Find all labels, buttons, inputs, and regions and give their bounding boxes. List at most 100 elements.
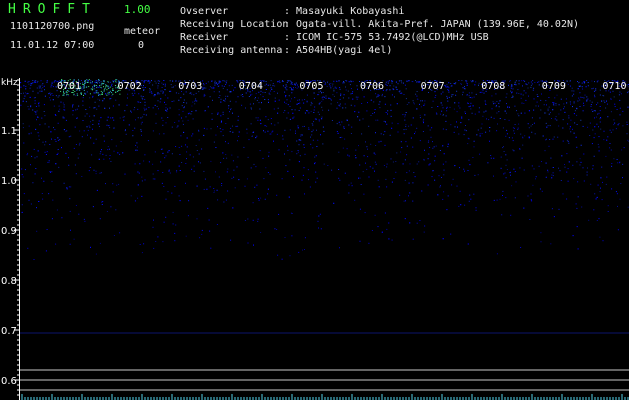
noise-speck	[412, 238, 414, 240]
noise-speck	[406, 145, 408, 147]
noise-speck	[84, 115, 86, 117]
noise-speck	[279, 82, 281, 83]
noise-speck	[171, 126, 173, 128]
noise-speck	[148, 161, 150, 163]
noise-speck	[310, 143, 312, 145]
noise-speck	[209, 230, 211, 232]
noise-speck	[233, 169, 235, 171]
time-tick-label: 0706	[360, 81, 384, 92]
frequency-tick-label: 1.0	[1, 176, 17, 187]
noise-speck	[575, 203, 577, 205]
noise-speck	[77, 94, 79, 96]
noise-speck	[601, 166, 603, 168]
noise-speck	[327, 165, 329, 166]
noise-speck	[86, 79, 88, 81]
noise-speck	[589, 135, 591, 136]
noise-speck	[367, 156, 369, 158]
noise-speck	[399, 194, 401, 196]
noise-speck	[176, 170, 178, 172]
noise-speck	[460, 122, 462, 124]
noise-speck	[255, 166, 257, 168]
noise-speck	[191, 105, 193, 107]
noise-speck	[570, 103, 571, 105]
noise-speck	[167, 191, 169, 193]
noise-speck	[227, 190, 229, 192]
noise-speck	[321, 116, 323, 118]
noise-speck	[561, 155, 563, 157]
noise-speck	[499, 118, 501, 119]
noise-speck	[167, 117, 169, 118]
noise-speck	[437, 106, 439, 107]
noise-speck	[566, 80, 568, 82]
noise-speck	[354, 105, 356, 107]
noise-speck	[330, 99, 332, 101]
noise-speck	[128, 124, 130, 126]
noise-speck	[247, 242, 249, 244]
noise-speck	[533, 168, 535, 170]
noise-speck	[496, 199, 498, 201]
noise-speck	[467, 83, 468, 85]
noise-speck	[607, 205, 609, 207]
noise-speck	[94, 85, 96, 87]
noise-speck	[175, 92, 177, 94]
noise-speck	[89, 106, 91, 108]
noise-speck	[225, 98, 226, 100]
noise-speck	[406, 172, 408, 174]
noise-speck	[44, 144, 46, 146]
noise-speck	[299, 102, 301, 104]
noise-speck	[586, 174, 588, 176]
noise-speck	[589, 100, 591, 102]
noise-speck	[423, 159, 425, 161]
noise-speck	[141, 180, 143, 182]
noise-speck	[448, 96, 450, 98]
noise-speck	[359, 164, 361, 166]
noise-speck	[191, 93, 193, 95]
noise-speck	[123, 119, 125, 121]
noise-speck	[580, 96, 582, 98]
noise-speck	[595, 89, 597, 91]
noise-speck	[386, 163, 388, 165]
noise-speck	[32, 80, 34, 81]
noise-speck	[98, 120, 100, 122]
noise-speck	[505, 112, 507, 114]
noise-speck	[554, 97, 556, 99]
noise-speck	[160, 98, 162, 100]
noise-speck	[77, 157, 79, 159]
noise-speck	[321, 118, 323, 120]
noise-speck	[557, 136, 559, 138]
noise-speck	[527, 195, 529, 197]
noise-speck	[295, 87, 296, 88]
noise-speck	[392, 161, 394, 163]
noise-speck	[433, 146, 435, 148]
noise-speck	[73, 238, 75, 240]
noise-speck	[42, 198, 44, 200]
noise-speck	[32, 182, 34, 184]
noise-speck	[229, 91, 231, 93]
meteor-count: 0	[138, 40, 145, 51]
noise-speck	[267, 130, 269, 132]
noise-speck	[222, 87, 224, 89]
noise-speck	[217, 113, 219, 115]
noise-speck	[540, 99, 542, 101]
noise-speck	[250, 107, 252, 109]
noise-speck	[330, 98, 332, 100]
noise-speck	[143, 90, 145, 91]
noise-speck	[601, 199, 603, 201]
noise-speck	[613, 124, 615, 126]
noise-speck	[151, 92, 153, 94]
noise-speck	[373, 101, 375, 103]
noise-speck	[383, 134, 385, 136]
noise-speck	[306, 101, 308, 103]
noise-speck	[112, 191, 114, 193]
noise-speck	[389, 134, 391, 136]
noise-speck	[532, 80, 534, 82]
noise-speck	[586, 99, 588, 101]
noise-speck	[156, 106, 158, 107]
noise-speck	[441, 110, 443, 112]
noise-speck	[322, 126, 324, 128]
noise-speck	[281, 258, 283, 260]
noise-speck	[481, 133, 483, 135]
noise-speck	[555, 103, 557, 104]
noise-speck	[265, 83, 267, 85]
noise-speck	[415, 80, 416, 81]
